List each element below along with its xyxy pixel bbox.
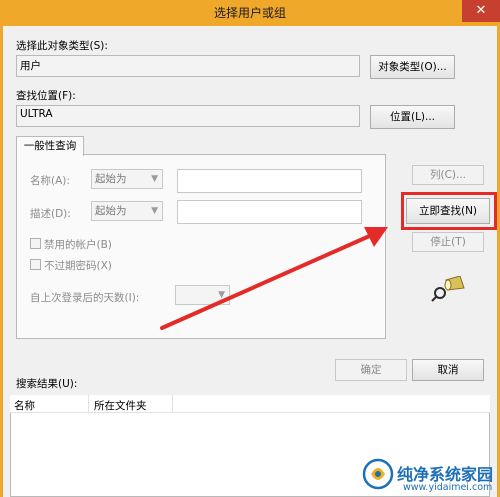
non-expiring-password-label: 不过期密码(X) (44, 260, 112, 272)
name-mode-select[interactable]: 起始为 ▼ (91, 169, 163, 189)
chevron-down-icon: ▼ (151, 174, 158, 184)
column-separator (172, 395, 173, 413)
name-input[interactable] (177, 169, 362, 193)
object-types-button[interactable]: 对象类型(O)... (370, 55, 455, 79)
name-label: 名称(A): (30, 175, 70, 187)
tab-general-query[interactable]: 一般性查询 (16, 136, 84, 156)
description-mode-value: 起始为 (95, 205, 127, 217)
disabled-accounts-checkbox[interactable] (30, 238, 41, 249)
object-type-field: 用户 (16, 55, 360, 77)
flashlight-search-icon (431, 276, 465, 302)
ok-button[interactable]: 确定 (335, 359, 407, 381)
watermark-url: www.yidaimei.com (403, 482, 493, 493)
location-field: ULTRA (16, 105, 360, 127)
watermark-logo-icon (362, 458, 394, 490)
column-separator (88, 395, 89, 413)
close-button[interactable]: ✕ (462, 0, 500, 22)
column-header-folder[interactable]: 所在文件夹 (94, 398, 147, 413)
cancel-button[interactable]: 取消 (412, 359, 484, 381)
locations-button[interactable]: 位置(L)... (370, 105, 455, 129)
non-expiring-password-checkbox[interactable] (30, 259, 41, 270)
location-label: 查找位置(F): (16, 90, 76, 102)
description-label: 描述(D): (30, 208, 71, 220)
window-title: 选择用户或组 (213, 6, 286, 20)
disabled-accounts-label: 禁用的帐户(B) (44, 239, 112, 251)
window-frame-left (0, 26, 3, 497)
columns-button[interactable]: 列(C)... (412, 165, 484, 185)
column-header-name[interactable]: 名称 (14, 398, 35, 413)
days-since-login-label: 自上次登录后的天数(I): (30, 292, 140, 304)
find-now-highlight-box (401, 192, 497, 230)
results-header (10, 395, 490, 413)
stop-button[interactable]: 停止(T) (412, 232, 484, 252)
name-mode-value: 起始为 (95, 173, 127, 185)
object-type-label: 选择此对象类型(S): (16, 40, 108, 52)
search-results-label: 搜索结果(U): (16, 378, 78, 390)
red-annotation-arrow (160, 227, 388, 330)
